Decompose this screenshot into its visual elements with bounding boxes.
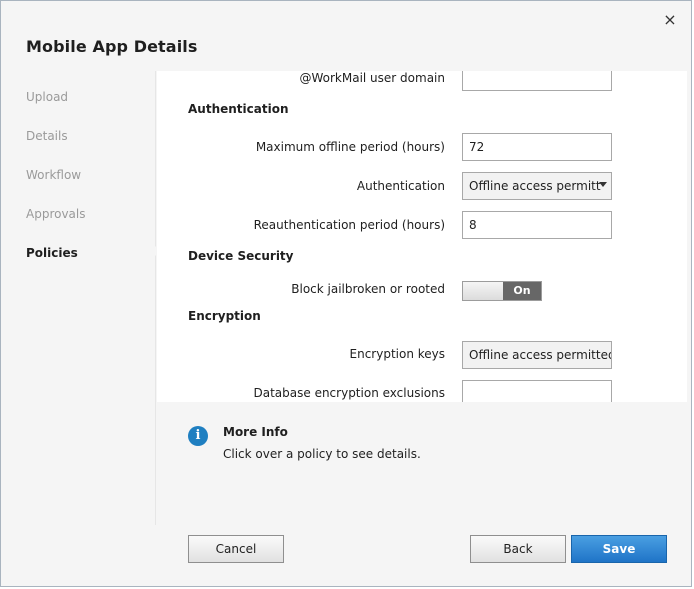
max-offline-label: Maximum offline period (hours) bbox=[255, 140, 445, 154]
block-jailbroken-label: Block jailbroken or rooted bbox=[291, 282, 445, 296]
chevron-down-icon bbox=[599, 182, 607, 187]
encryption-keys-label: Encryption keys bbox=[349, 347, 446, 361]
dialog-title: Mobile App Details bbox=[26, 37, 198, 56]
back-button[interactable]: Back bbox=[470, 535, 566, 563]
sidebar-item-approvals[interactable]: Approvals bbox=[26, 207, 86, 221]
sidebar-divider bbox=[155, 71, 156, 525]
partial-field-label: @WorkMail user domain bbox=[299, 71, 445, 85]
partial-field-input[interactable] bbox=[462, 71, 612, 91]
authentication-section-title: Authentication bbox=[188, 102, 289, 116]
sidebar-item-upload[interactable]: Upload bbox=[26, 90, 68, 104]
authentication-select[interactable]: Offline access permitt bbox=[462, 172, 612, 200]
block-jailbroken-toggle[interactable]: On bbox=[462, 281, 542, 301]
encryption-keys-select[interactable]: Offline access permitted bbox=[462, 341, 612, 369]
encryption-section-title: Encryption bbox=[188, 309, 261, 323]
cancel-button[interactable]: Cancel bbox=[188, 535, 284, 563]
sidebar-item-details[interactable]: Details bbox=[26, 129, 68, 143]
toggle-on-knob: On bbox=[503, 282, 541, 300]
db-exclusions-input[interactable] bbox=[462, 380, 612, 402]
reauth-input[interactable] bbox=[462, 211, 612, 239]
sidebar-item-policies[interactable]: Policies bbox=[26, 246, 78, 260]
close-icon[interactable]: × bbox=[661, 11, 679, 29]
save-button[interactable]: Save bbox=[571, 535, 667, 563]
reauth-label: Reauthentication period (hours) bbox=[253, 218, 445, 232]
device-security-section-title: Device Security bbox=[188, 249, 294, 263]
info-icon: i bbox=[188, 426, 208, 446]
more-info-text: Click over a policy to see details. bbox=[223, 447, 421, 461]
sidebar-item-workflow[interactable]: Workflow bbox=[26, 168, 81, 182]
policies-form-panel[interactable]: @WorkMail user domain Authentication Max… bbox=[157, 71, 687, 402]
authentication-select-value: Offline access permitt bbox=[469, 179, 601, 193]
mobile-app-details-dialog: Mobile App Details × Upload Details Work… bbox=[0, 0, 692, 587]
db-exclusions-label: Database encryption exclusions bbox=[253, 386, 446, 400]
more-info-panel: i More Info Click over a policy to see d… bbox=[157, 402, 691, 526]
encryption-keys-select-value: Offline access permitted bbox=[469, 348, 612, 362]
wizard-sidebar: Upload Details Workflow Approvals Polici… bbox=[1, 71, 156, 525]
max-offline-input[interactable] bbox=[462, 133, 612, 161]
more-info-title: More Info bbox=[223, 425, 288, 439]
authentication-label: Authentication bbox=[356, 179, 445, 193]
